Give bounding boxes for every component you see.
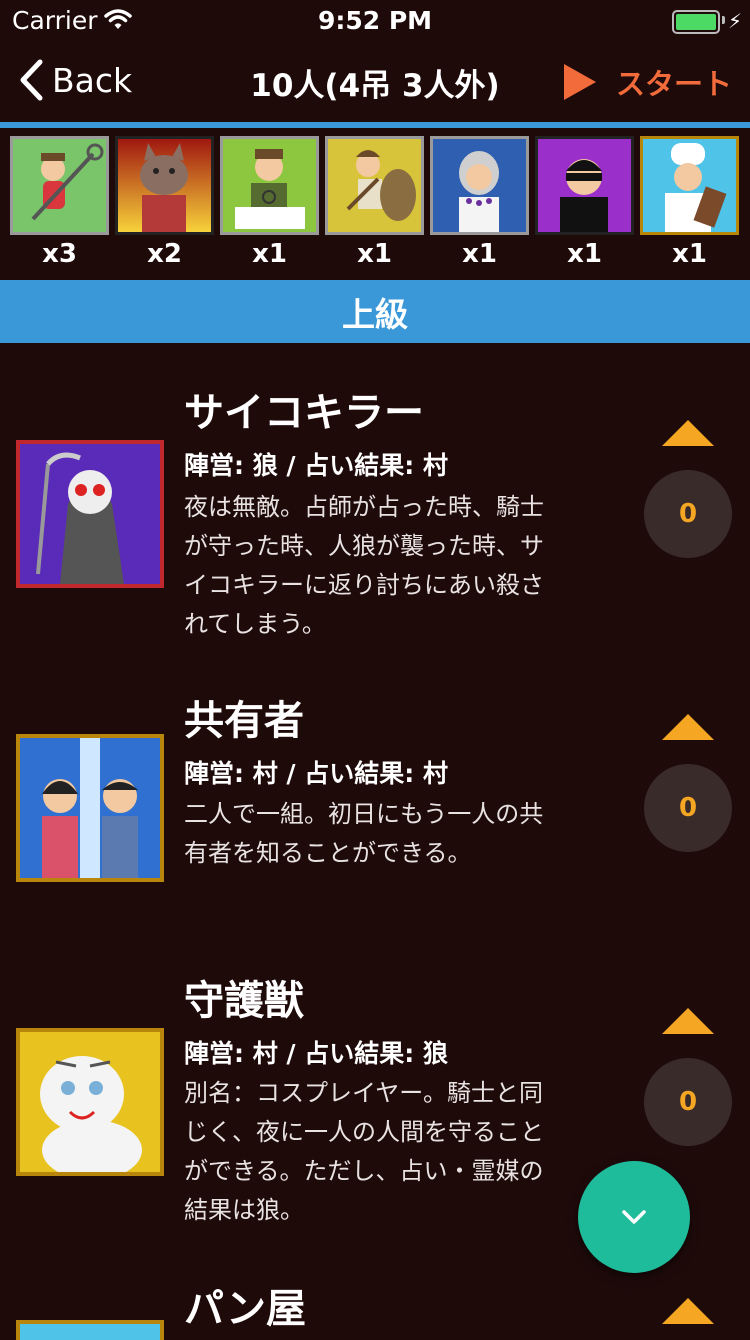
scroll-down-button[interactable]	[578, 1161, 690, 1273]
charging-icon: ⚡	[727, 9, 742, 33]
role-description: 二人で一組。初日にもう一人の共 有者を知ることができる。	[184, 800, 544, 867]
thief-icon	[535, 136, 634, 235]
role-count: 0	[644, 764, 732, 852]
roster-count: x1	[567, 239, 602, 269]
roster-item-caveman[interactable]: x1	[325, 136, 424, 269]
status-bar: Carrier 9:52 PM ⚡	[0, 0, 750, 40]
battery-icon	[672, 10, 720, 34]
roster-count: x2	[147, 239, 182, 269]
roster-item-werewolf[interactable]: x2	[115, 136, 214, 269]
role-name: 守護獣	[184, 978, 304, 1024]
role-count: 0	[644, 1058, 732, 1146]
werewolf-icon	[115, 136, 214, 235]
guardian-beast-portrait	[16, 1028, 164, 1176]
nav-bar: Back 10人(4吊 3人外) スタート	[0, 40, 750, 122]
start-button[interactable]: スタート	[563, 60, 732, 104]
role-meta: 陣営: 村 / 占い結果: 狼	[184, 1039, 448, 1068]
role-roster: x3 x2 x1 x1 x1 x1 x1	[10, 136, 745, 269]
increment-button[interactable]	[662, 1008, 714, 1034]
roster-count: x1	[357, 239, 392, 269]
role-name: サイコキラー	[184, 390, 424, 436]
psycho-killer-portrait	[16, 440, 164, 588]
roster-item-baker[interactable]: x1	[640, 136, 739, 269]
seer-icon	[220, 136, 319, 235]
play-icon	[563, 64, 596, 100]
increment-button[interactable]	[662, 420, 714, 446]
section-header: 上級	[0, 280, 750, 343]
roster-item-medium[interactable]: x1	[430, 136, 529, 269]
battery-cap	[722, 16, 725, 24]
role-name: パン屋	[184, 1286, 306, 1332]
role-count: 0	[644, 470, 732, 558]
baker-icon	[640, 136, 739, 235]
freemasons-portrait	[16, 734, 164, 882]
hunter-icon	[10, 136, 109, 235]
increment-button[interactable]	[662, 714, 714, 740]
baker-portrait	[16, 1320, 164, 1340]
nav-divider	[0, 122, 750, 128]
role-description: 夜は無敵。占師が占った時、騎士 が守った時、人狼が襲った時、サ イコキラーに返り討ち…	[184, 493, 544, 638]
increment-button[interactable]	[662, 1298, 714, 1324]
role-description: 別名：コスプレイヤー。騎士と同 じく、夜に一人の人間を守ること ができる。ただし、占…	[184, 1079, 544, 1224]
role-meta: 陣営: 狼 / 占い結果: 村	[184, 451, 448, 480]
roster-item-hunter[interactable]: x3	[10, 136, 109, 269]
roster-item-seer[interactable]: x1	[220, 136, 319, 269]
role-meta: 陣営: 村 / 占い結果: 村	[184, 759, 448, 788]
roster-count: x1	[672, 239, 707, 269]
chevron-down-icon	[622, 1210, 646, 1224]
roster-count: x3	[42, 239, 77, 269]
start-label: スタート	[615, 67, 732, 101]
roster-item-thief[interactable]: x1	[535, 136, 634, 269]
medium-icon	[430, 136, 529, 235]
role-name: 共有者	[184, 698, 304, 744]
clock: 9:52 PM	[317, 6, 433, 35]
caveman-icon	[325, 136, 424, 235]
roster-count: x1	[252, 239, 287, 269]
roster-count: x1	[462, 239, 497, 269]
